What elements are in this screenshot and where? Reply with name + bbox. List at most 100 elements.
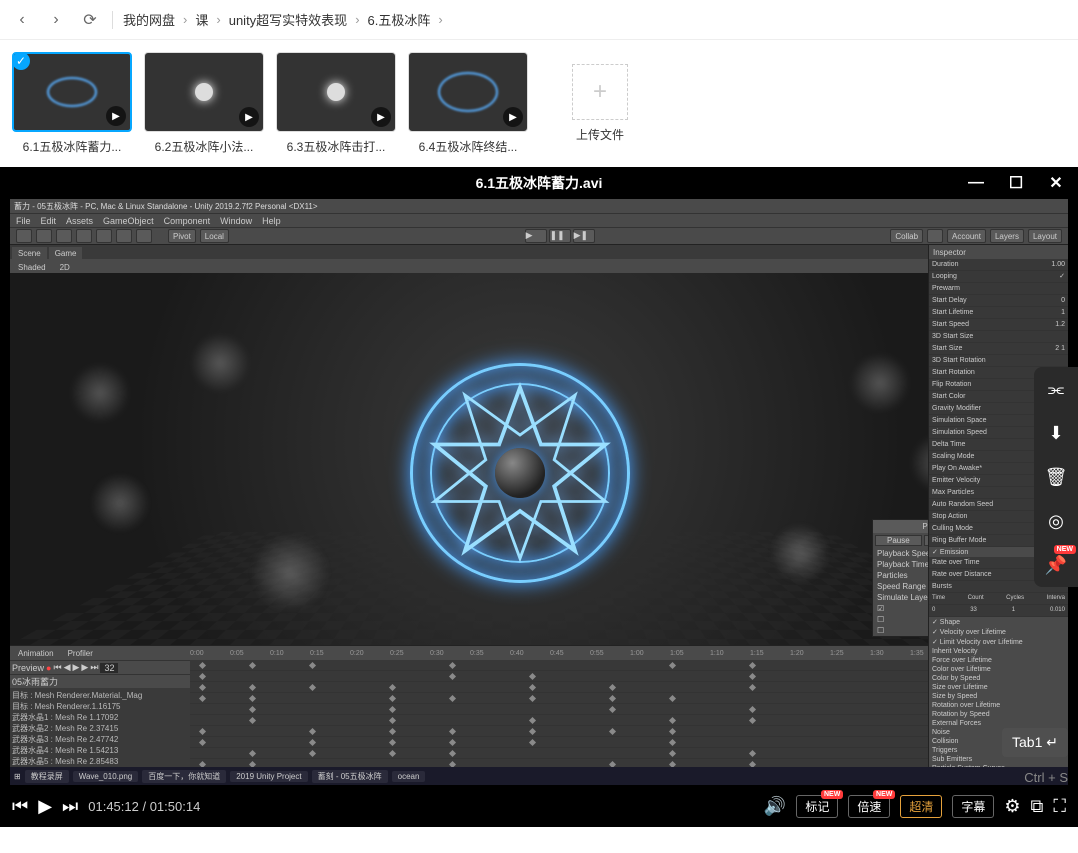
keyframe[interactable]: [449, 673, 456, 680]
keyframe[interactable]: [669, 728, 676, 735]
2d-toggle[interactable]: 2D: [54, 261, 76, 273]
keyframe[interactable]: [389, 739, 396, 746]
inspector-module[interactable]: ✓ Velocity over Lifetime: [929, 627, 1068, 637]
transform-tool[interactable]: [116, 229, 132, 243]
profiler-tab[interactable]: Profiler: [62, 647, 99, 659]
custom-tool[interactable]: [136, 229, 152, 243]
prev-button[interactable]: ⏮: [12, 796, 28, 817]
rect-tool[interactable]: [96, 229, 112, 243]
animation-track[interactable]: 武器水晶4 : Mesh Re 1.54213: [12, 745, 188, 756]
file-thumbnail[interactable]: ✓▶ 6.1五极冰阵蓄力...: [12, 52, 132, 155]
keyframe[interactable]: [529, 684, 536, 691]
local-toggle[interactable]: Local: [200, 229, 229, 243]
clip-dropdown[interactable]: 05冰雨蓄力: [12, 675, 58, 688]
scene-tab[interactable]: Scene: [12, 247, 47, 259]
layout-dropdown[interactable]: Layout: [1028, 229, 1062, 243]
keyframe[interactable]: [199, 662, 206, 669]
keyframe[interactable]: [669, 662, 676, 669]
animation-track[interactable]: 武器水晶3 : Mesh Re 2.47742: [12, 734, 188, 745]
breadcrumb-item[interactable]: unity超写实特效表现: [229, 10, 347, 29]
nav-forward-button[interactable]: ›: [44, 8, 68, 32]
menu-item[interactable]: GameObject: [103, 216, 154, 226]
move-tool[interactable]: [36, 229, 52, 243]
keyframe[interactable]: [309, 684, 316, 691]
pin-button[interactable]: 📌NEW: [1042, 551, 1070, 579]
menu-item[interactable]: Help: [262, 216, 281, 226]
inspector-property[interactable]: 3D Start Rotation: [929, 355, 1068, 367]
taskbar-item[interactable]: 百度一下，你就知道: [142, 770, 226, 783]
keyframe[interactable]: [249, 684, 256, 691]
keyframe[interactable]: [199, 739, 206, 746]
keyframe[interactable]: [449, 662, 456, 669]
keyframe[interactable]: [449, 695, 456, 702]
keyframe[interactable]: [669, 739, 676, 746]
keyframe[interactable]: [529, 695, 536, 702]
animation-track[interactable]: 目标 : Mesh Renderer.1.16175: [12, 701, 188, 712]
keyframe[interactable]: [749, 717, 756, 724]
anim-last[interactable]: ⏭: [90, 662, 98, 673]
inspector-property[interactable]: Start Speed1.2: [929, 319, 1068, 331]
keyframe[interactable]: [529, 728, 536, 735]
animation-track[interactable]: 武器水晶1 : Mesh Re 1.17092: [12, 712, 188, 723]
keyframe[interactable]: [669, 695, 676, 702]
anim-first[interactable]: ⏮: [53, 662, 61, 673]
keyframe[interactable]: [749, 750, 756, 757]
inspector-module[interactable]: Force over Lifetime: [929, 656, 1068, 665]
keyframe[interactable]: [249, 750, 256, 757]
volume-button[interactable]: 🔊: [764, 796, 786, 817]
menu-item[interactable]: Component: [164, 216, 211, 226]
keyframe[interactable]: [529, 717, 536, 724]
pip-button[interactable]: ⧉: [1031, 796, 1044, 817]
anim-play[interactable]: ▶: [72, 662, 79, 673]
keyframe[interactable]: [199, 695, 206, 702]
hand-tool[interactable]: [16, 229, 32, 243]
keyframe[interactable]: [609, 706, 616, 713]
inspector-property[interactable]: Start Size2 1: [929, 343, 1068, 355]
subtitle-button[interactable]: 字幕: [952, 795, 994, 818]
nav-back-button[interactable]: ‹: [10, 8, 34, 32]
mark-button[interactable]: 标记NEW: [796, 795, 838, 818]
menu-item[interactable]: Edit: [41, 216, 57, 226]
next-button[interactable]: ⏭: [62, 796, 78, 817]
delete-button[interactable]: 🗑: [1042, 463, 1070, 491]
layers-dropdown[interactable]: Layers: [990, 229, 1024, 243]
inspector-module[interactable]: Size over Lifetime: [929, 683, 1068, 692]
inspector-property[interactable]: Start Lifetime1: [929, 307, 1068, 319]
settings-button[interactable]: ⚙: [1004, 796, 1020, 817]
keyframe[interactable]: [529, 673, 536, 680]
upload-button[interactable]: + 上传文件: [540, 52, 660, 155]
preview-toggle[interactable]: Preview: [12, 663, 44, 673]
timeline-ruler[interactable]: 0:000:050:100:150:200:250:300:350:400:45…: [190, 646, 1030, 660]
inspector-module[interactable]: Size by Speed: [929, 692, 1068, 701]
keyframe[interactable]: [749, 662, 756, 669]
keyframe[interactable]: [249, 706, 256, 713]
inspector-module[interactable]: Color over Lifetime: [929, 665, 1068, 674]
keyframe[interactable]: [389, 684, 396, 691]
inspector-property[interactable]: Duration1.00: [929, 259, 1068, 271]
keyframe[interactable]: [309, 739, 316, 746]
keyframe[interactable]: [199, 684, 206, 691]
inspector-module[interactable]: ✓ Shape: [929, 617, 1068, 627]
cloud-icon[interactable]: [927, 229, 943, 243]
breadcrumb-item[interactable]: 课: [195, 10, 208, 29]
speed-button[interactable]: 倍速NEW: [848, 795, 890, 818]
start-button[interactable]: ⊞: [14, 772, 21, 781]
view-button[interactable]: ◎: [1042, 507, 1070, 535]
scene-view[interactable]: Persp Particle Effect Pause Restart Stop…: [10, 273, 1030, 645]
keyframe[interactable]: [309, 728, 316, 735]
download-button[interactable]: ⬇: [1042, 419, 1070, 447]
breadcrumb-item[interactable]: 6.五极冰阵: [368, 10, 431, 29]
keyframe[interactable]: [609, 728, 616, 735]
keyframe[interactable]: [199, 728, 206, 735]
inspector-module[interactable]: Rotation by Speed: [929, 710, 1068, 719]
inspector-module[interactable]: Color by Speed: [929, 674, 1068, 683]
menu-item[interactable]: Window: [220, 216, 252, 226]
menu-item[interactable]: Assets: [66, 216, 93, 226]
anim-next[interactable]: ▶: [81, 662, 88, 673]
keyframe[interactable]: [609, 684, 616, 691]
shaded-dropdown[interactable]: Shaded: [12, 261, 52, 273]
file-thumbnail[interactable]: ▶ 6.2五极冰阵小法...: [144, 52, 264, 155]
nav-refresh-button[interactable]: ⟳: [78, 8, 102, 32]
keyframe[interactable]: [309, 750, 316, 757]
taskbar-item[interactable]: ocean: [392, 771, 426, 782]
